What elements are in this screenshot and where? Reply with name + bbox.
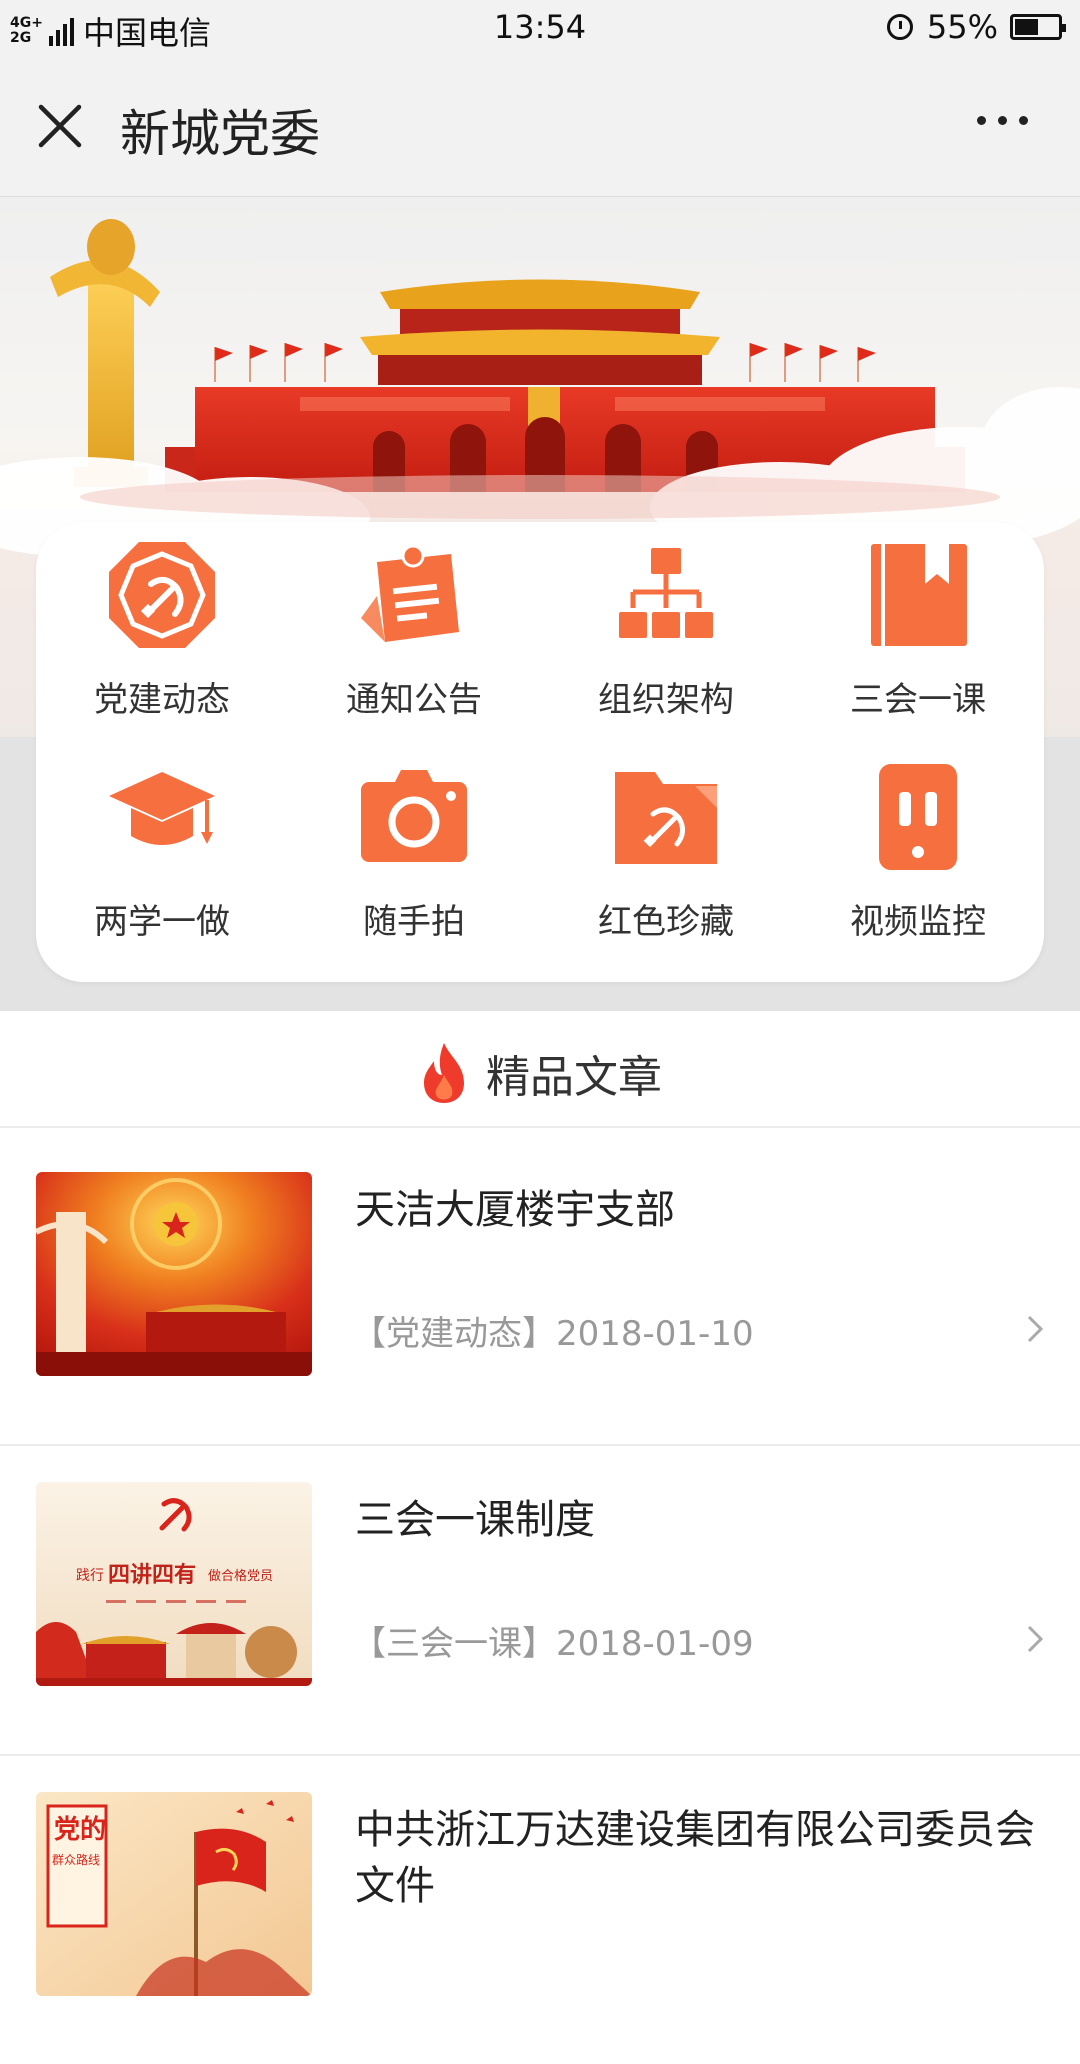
page-title: 新城党委 <box>120 105 320 163</box>
section-title: 精品文章 <box>486 1052 662 1103</box>
close-icon[interactable] <box>36 102 84 150</box>
menu-item-snapshot[interactable]: 随手拍 <box>288 744 540 964</box>
thumb-slogan-right: 做合格党员 <box>208 1568 273 1584</box>
menu-item-red-collection[interactable]: 红色珍藏 <box>540 744 792 964</box>
article-thumbnail: 党的 群众路线 <box>36 1792 312 1996</box>
menu-label: 通知公告 <box>346 680 482 720</box>
camera-icon <box>361 770 467 862</box>
menu-label: 两学一做 <box>94 902 230 942</box>
thumb-slogan-line2: 群众路线 <box>52 1852 100 1867</box>
menu-item-three-meetings[interactable]: 三会一课 <box>792 522 1044 742</box>
battery-level-fill <box>1015 19 1039 35</box>
thumb-slogan-line1: 党的 <box>54 1814 106 1845</box>
menu-item-two-studies[interactable]: 两学一做 <box>36 744 288 964</box>
article-item[interactable]: 党的 群众路线 中共浙江万达建设集团有限公司委员会文件 <box>0 1756 1080 2064</box>
menu-item-notices[interactable]: 通知公告 <box>288 522 540 742</box>
flame-icon <box>424 1043 464 1103</box>
monitor-device-icon <box>879 764 957 870</box>
menu-label: 组织架构 <box>598 680 734 720</box>
party-emblem-octagon-icon <box>109 542 215 648</box>
more-options-icon[interactable] <box>977 116 1028 125</box>
menu-label: 三会一课 <box>850 680 986 720</box>
menu-label: 视频监控 <box>850 902 986 942</box>
article-meta: 【党建动态】2018-01-10 <box>352 1314 754 1354</box>
menu-label: 红色珍藏 <box>598 902 734 942</box>
pinned-notice-icon <box>361 544 459 642</box>
article-item[interactable]: 践行 四讲四有 做合格党员 三会一课制度 【三会一课】2018-01-09 <box>0 1446 1080 1756</box>
thumb-slogan-main: 四讲四有 <box>108 1562 196 1588</box>
menu-label: 党建动态 <box>94 680 230 720</box>
battery-percent-label: 55% <box>926 8 998 46</box>
status-bar: 4G+ 2G 中国电信 13:54 55% <box>0 0 1080 56</box>
menu-item-org-structure[interactable]: 组织架构 <box>540 522 792 742</box>
menu-item-video-monitor[interactable]: 视频监控 <box>792 744 1044 964</box>
chevron-right-icon <box>1027 1315 1044 1343</box>
menu-item-party-news[interactable]: 党建动态 <box>36 522 288 742</box>
thumb-slogan-left: 践行 <box>76 1568 104 1584</box>
org-chart-icon <box>619 548 713 638</box>
graduation-cap-icon <box>109 772 215 845</box>
alarm-icon <box>886 14 913 40</box>
chevron-right-icon <box>1027 1625 1044 1653</box>
function-menu-card: 党建动态 通知公告 组织架构 三会一课 两学一做 随手拍 红色珍藏 视频监控 <box>36 522 1044 982</box>
menu-label: 随手拍 <box>363 902 465 942</box>
article-title: 三会一课制度 <box>355 1497 595 1543</box>
title-bar: 新城党委 <box>0 56 1080 197</box>
status-right: 55% <box>886 8 1066 46</box>
article-thumbnail <box>36 1172 312 1376</box>
section-header: 精品文章 <box>0 1011 1080 1128</box>
article-thumbnail: 践行 四讲四有 做合格党员 <box>36 1482 312 1686</box>
bookmark-book-icon <box>871 544 967 646</box>
battery-icon <box>1010 14 1066 40</box>
huabiao-pillar <box>50 219 160 487</box>
article-item[interactable]: 天洁大厦楼宇支部 【党建动态】2018-01-10 <box>0 1136 1080 1446</box>
party-folder-icon <box>615 772 717 864</box>
article-title: 天洁大厦楼宇支部 <box>355 1187 675 1233</box>
article-meta: 【三会一课】2018-01-09 <box>352 1624 754 1664</box>
article-title: 中共浙江万达建设集团有限公司委员会文件 <box>355 1807 1035 1909</box>
